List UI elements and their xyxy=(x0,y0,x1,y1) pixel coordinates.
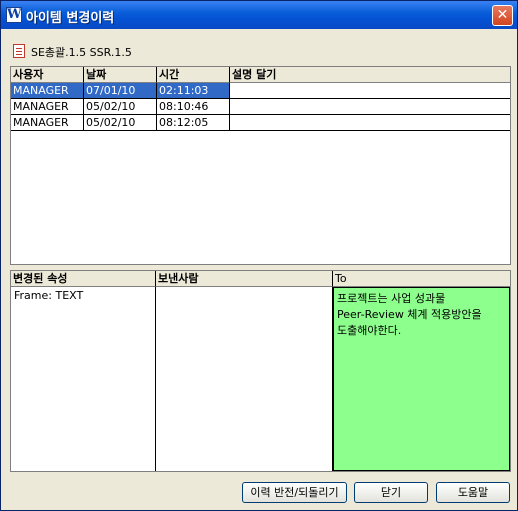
changed-property-cell: Frame: TEXT xyxy=(11,287,156,471)
to-content-line: 프로젝트는 사업 성과물 xyxy=(337,292,446,305)
cell-description[interactable] xyxy=(230,115,510,131)
cell-time: 02:11:03 xyxy=(157,83,230,99)
column-header-changed-property[interactable]: 변경된 속성 xyxy=(11,271,156,287)
column-header-date[interactable]: 날짜 xyxy=(84,67,157,83)
title-bar[interactable]: W 아이템 변경이력 ✕ xyxy=(1,1,517,29)
to-content-line: Peer-Review 체계 적용방안을 xyxy=(337,308,482,321)
to-content-line: 도출해야한다. xyxy=(337,324,402,337)
close-button[interactable]: 닫기 xyxy=(354,482,428,503)
app-icon: W xyxy=(6,7,22,23)
change-history-window: W 아이템 변경이력 ✕ SE총괄.1.5 SSR.1.5 사용자 날짜 시간 … xyxy=(0,0,518,511)
column-header-time[interactable]: 시간 xyxy=(157,67,230,83)
cell-date: 07/01/10 xyxy=(84,83,157,99)
cell-user: MANAGER xyxy=(11,99,84,115)
sender-cell xyxy=(156,287,333,471)
cell-description[interactable] xyxy=(230,99,510,115)
window-title: 아이템 변경이력 xyxy=(26,11,115,26)
document-icon xyxy=(13,44,25,58)
column-header-to[interactable]: To xyxy=(333,271,510,287)
history-table: 사용자 날짜 시간 설명 달기 MANAGER 07/01/10 02:11:0… xyxy=(10,66,511,265)
column-header-sender[interactable]: 보낸사람 xyxy=(156,271,333,287)
cell-date: 05/02/10 xyxy=(84,115,157,131)
cell-time: 08:12:05 xyxy=(157,115,230,131)
revert-history-button[interactable]: 이력 반전/되돌리기 xyxy=(242,482,347,503)
to-content-cell[interactable]: 프로젝트는 사업 성과물 Peer-Review 체계 적용방안을 도출해야한다… xyxy=(333,287,510,471)
cell-user: MANAGER xyxy=(11,83,84,99)
column-header-description[interactable]: 설명 달기 xyxy=(230,67,510,83)
cell-description[interactable] xyxy=(230,83,510,99)
change-detail-table: 변경된 속성 보낸사람 To Frame: TEXT 프로젝트는 사업 성과물 … xyxy=(10,270,511,472)
cell-user: MANAGER xyxy=(11,115,84,131)
cell-time: 08:10:46 xyxy=(157,99,230,115)
table-row[interactable]: MANAGER 05/02/10 08:12:05 xyxy=(11,115,510,131)
changed-property-value: Frame: TEXT xyxy=(14,289,84,302)
table-row[interactable]: MANAGER 05/02/10 08:10:46 xyxy=(11,99,510,115)
table-row[interactable]: MANAGER 07/01/10 02:11:03 xyxy=(11,83,510,99)
item-path-label: SE총괄.1.5 SSR.1.5 xyxy=(31,46,132,59)
help-button[interactable]: 도움말 xyxy=(436,482,510,503)
cell-date: 05/02/10 xyxy=(84,99,157,115)
column-header-user[interactable]: 사용자 xyxy=(11,67,84,83)
close-window-button[interactable]: ✕ xyxy=(492,5,513,26)
